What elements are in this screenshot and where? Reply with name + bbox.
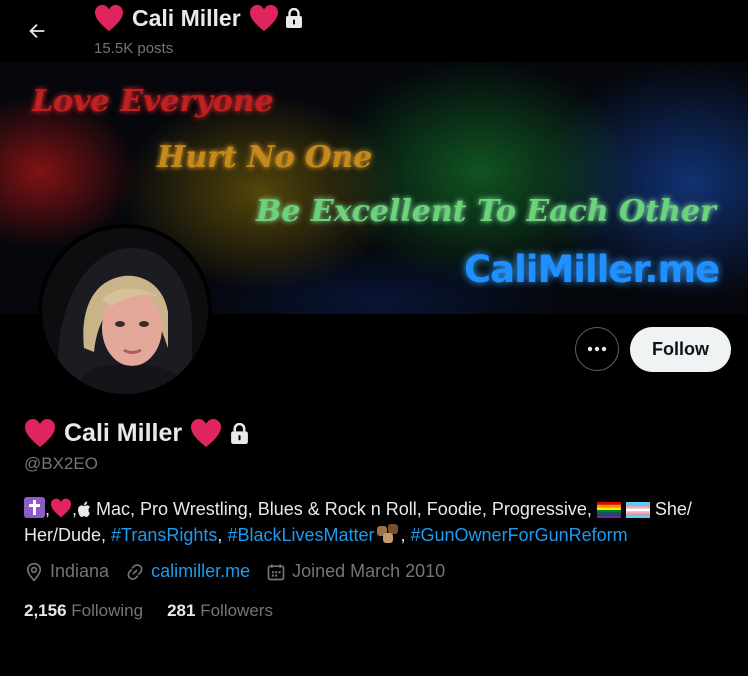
raised-fists-icon (376, 524, 398, 543)
banner-text-line: Hurt No One (157, 140, 373, 175)
profile-meta: Indiana calimiller.me Joined March 2010 (24, 561, 461, 582)
join-date-text: Joined March 2010 (292, 561, 446, 581)
bio-text: Mac, Pro Wrestling, Blues & Rock n Roll,… (91, 499, 597, 519)
hashtag-link[interactable]: #GunOwnerForGunReform (411, 525, 628, 545)
follow-button[interactable]: Follow (630, 327, 731, 372)
heart-icon (249, 4, 278, 32)
latin-cross-icon (24, 497, 45, 518)
hashtag-link[interactable]: #BlackLivesMatter (227, 525, 374, 545)
profile-name-row: Cali Miller (24, 418, 249, 448)
display-name: Cali Miller (64, 418, 183, 447)
heart-icon (51, 498, 72, 518)
avatar-image (42, 228, 208, 394)
location: Indiana (24, 561, 109, 582)
website[interactable]: calimiller.me (125, 561, 250, 582)
rainbow-flag-icon (596, 502, 621, 518)
avatar[interactable] (38, 224, 212, 398)
calendar-icon (267, 564, 285, 580)
banner-text-line: Love Everyone (32, 84, 274, 119)
heart-icon (95, 4, 123, 32)
followers-count: 281 (167, 601, 196, 620)
more-horizontal-icon (587, 346, 607, 352)
bio-separator: , (217, 525, 228, 545)
profile-bio: ,, Mac, Pro Wrestling, Blues & Rock n Ro… (24, 496, 728, 548)
following-label: Following (71, 601, 144, 620)
website-link[interactable]: calimiller.me (151, 561, 250, 582)
location-pin-icon (26, 562, 42, 582)
following-link[interactable]: 2,156 Following (24, 601, 143, 621)
header-name: Cali Miller (132, 4, 241, 31)
banner-site-text: CaliMiller.me (464, 248, 720, 291)
followers-label: Followers (200, 601, 273, 620)
bio-separator: , (400, 525, 411, 545)
user-handle: @BX2EO (24, 454, 98, 473)
followers-link[interactable]: 281 Followers (167, 601, 273, 621)
heart-icon (25, 419, 55, 447)
location-text: Indiana (50, 561, 110, 581)
join-date: Joined March 2010 (266, 561, 445, 582)
lock-icon (231, 422, 248, 444)
following-count: 2,156 (24, 601, 67, 620)
header-title-row: Cali Miller (94, 4, 303, 32)
top-bar: Cali Miller 15.5K posts (0, 0, 748, 62)
posts-count: 15.5K posts (94, 40, 174, 57)
transgender-flag-icon (625, 502, 650, 518)
apple-logo-icon (78, 501, 91, 517)
more-options-button[interactable] (575, 327, 619, 371)
link-icon (127, 563, 143, 580)
heart-icon (191, 419, 222, 447)
banner-text-line: Be Excellent To Each Other (256, 194, 716, 229)
lock-icon (285, 8, 302, 28)
back-button[interactable] (20, 14, 54, 48)
hashtag-link[interactable]: #TransRights (111, 525, 217, 545)
back-arrow-icon (29, 23, 45, 39)
follow-stats: 2,156 Following 281 Followers (24, 601, 297, 621)
